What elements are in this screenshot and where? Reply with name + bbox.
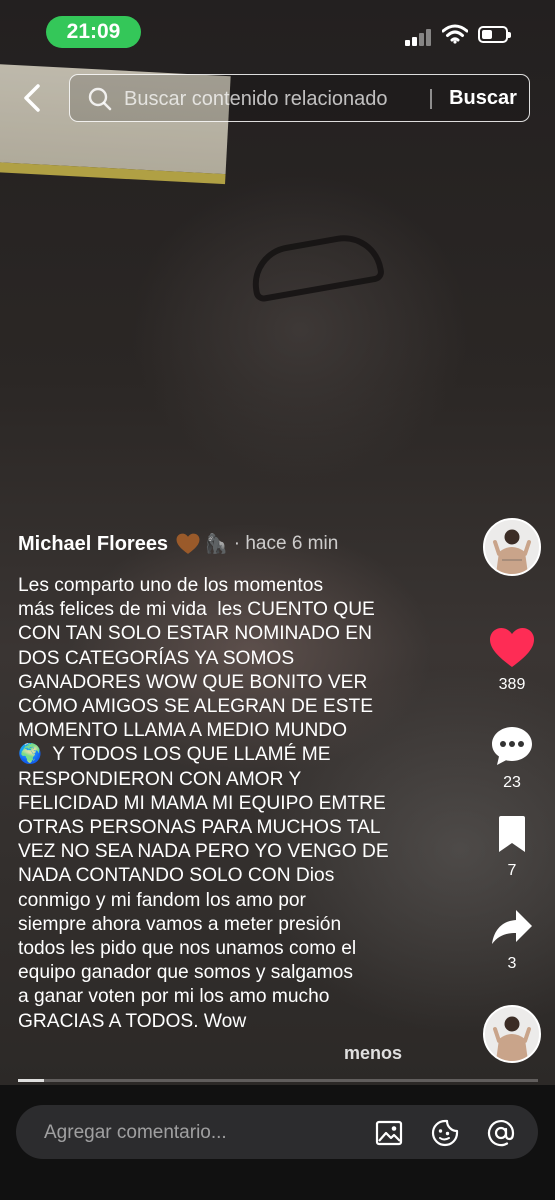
- caption-line: FELICIDAD MI MAMA MI EQUIPO EMTRE: [18, 792, 386, 814]
- caption-line: GANADORES WOW QUE BONITO VER: [18, 671, 368, 693]
- caption-line: NADA CONTANDO SOLO CON Dios: [18, 865, 335, 887]
- show-less-link[interactable]: menos: [344, 1043, 402, 1064]
- caption-line: conmigo y mi fandom los amo por: [18, 889, 306, 911]
- like-count: 389: [498, 676, 526, 693]
- comment-bar: [0, 1085, 555, 1200]
- image-icon[interactable]: [374, 1118, 404, 1148]
- post-time: · hace 6 min: [233, 533, 339, 554]
- sticker-icon[interactable]: [430, 1118, 460, 1148]
- caption-line: GRACIAS A TODOS. Wow: [18, 1010, 247, 1032]
- caption-line: siempre ahora vamos a meter presión: [18, 913, 342, 935]
- author-avatar[interactable]: [483, 518, 541, 576]
- video-progress[interactable]: [18, 1079, 538, 1082]
- save-count: 7: [507, 862, 517, 879]
- comment-count: 23: [503, 774, 521, 791]
- video-progress-fill: [18, 1079, 44, 1082]
- battery-icon: [478, 26, 511, 43]
- mention-icon[interactable]: [486, 1118, 516, 1148]
- sound-disc-icon: [485, 1007, 539, 1061]
- share-arrow-icon: [492, 910, 532, 944]
- caption-line: más felices de mi vida les CUENTO QUE: [18, 599, 375, 621]
- gorilla-icon: 🦍: [204, 534, 228, 555]
- comment-bubble-icon: [492, 727, 532, 765]
- caption-line: CON TAN SOLO ESTAR NOMINADO EN: [18, 623, 372, 645]
- caption-line: Les comparto uno de los momentos: [18, 575, 324, 596]
- caption-line: equipo ganador que somos y salgamos: [18, 962, 353, 984]
- comment-box[interactable]: [16, 1105, 538, 1159]
- search-icon: [88, 87, 112, 111]
- search-bar[interactable]: Buscar: [69, 74, 530, 122]
- caption-line: a ganar voten por mi los amo mucho: [18, 986, 330, 1008]
- search-input[interactable]: [122, 83, 431, 115]
- caption-line: RESPONDIERON CON AMOR Y: [18, 768, 302, 790]
- caption-line: CÓMO AMIGOS SE ALEGRAN DE ESTE: [18, 696, 374, 718]
- caption-line: 🌍 Y TODOS LOS QUE LLAMÉ ME: [18, 744, 331, 766]
- comment-button[interactable]: 23: [480, 725, 544, 792]
- sound-avatar[interactable]: [483, 1005, 541, 1063]
- caption-line: MOMENTO LLAMA A MEDIO MUNDO: [18, 720, 348, 742]
- wifi-icon: [442, 24, 468, 44]
- comment-input[interactable]: [42, 1117, 366, 1149]
- status-bar: 21:09: [0, 0, 555, 64]
- chevron-left-icon: [24, 84, 40, 112]
- caption-text: Les comparto uno de los momentos más feli…: [18, 574, 428, 1034]
- author-line: Michael Florees 🦍 · hace 6 min: [18, 530, 418, 558]
- heart-icon: [490, 628, 534, 667]
- save-button[interactable]: 7: [480, 815, 544, 880]
- caption-line: VEZ NO SEA NADA PERO YO VENGO DE: [18, 841, 389, 863]
- battery-level: [482, 30, 492, 39]
- post-caption: Michael Florees 🦍 · hace 6 min Les compa…: [18, 530, 418, 1034]
- author-name[interactable]: Michael Florees: [18, 533, 168, 556]
- caption-line: OTRAS PERSONAS PARA MUCHOS TAL: [18, 817, 381, 839]
- share-button[interactable]: 3: [480, 908, 544, 973]
- search-divider: [430, 89, 432, 109]
- status-time: 21:09: [46, 16, 141, 48]
- search-button[interactable]: Buscar: [438, 75, 528, 121]
- caption-line: DOS CATEGORÍAS YA SOMOS: [18, 647, 295, 669]
- share-count: 3: [507, 955, 517, 972]
- brown-heart-icon: [176, 533, 200, 554]
- avatar-person-icon: [485, 520, 539, 574]
- caption-line: todos les pido que nos unamos como el: [18, 938, 357, 960]
- like-button[interactable]: 389: [480, 627, 544, 694]
- bookmark-icon: [499, 816, 525, 852]
- cellular-signal-icon: [405, 28, 435, 46]
- back-button[interactable]: [16, 78, 52, 118]
